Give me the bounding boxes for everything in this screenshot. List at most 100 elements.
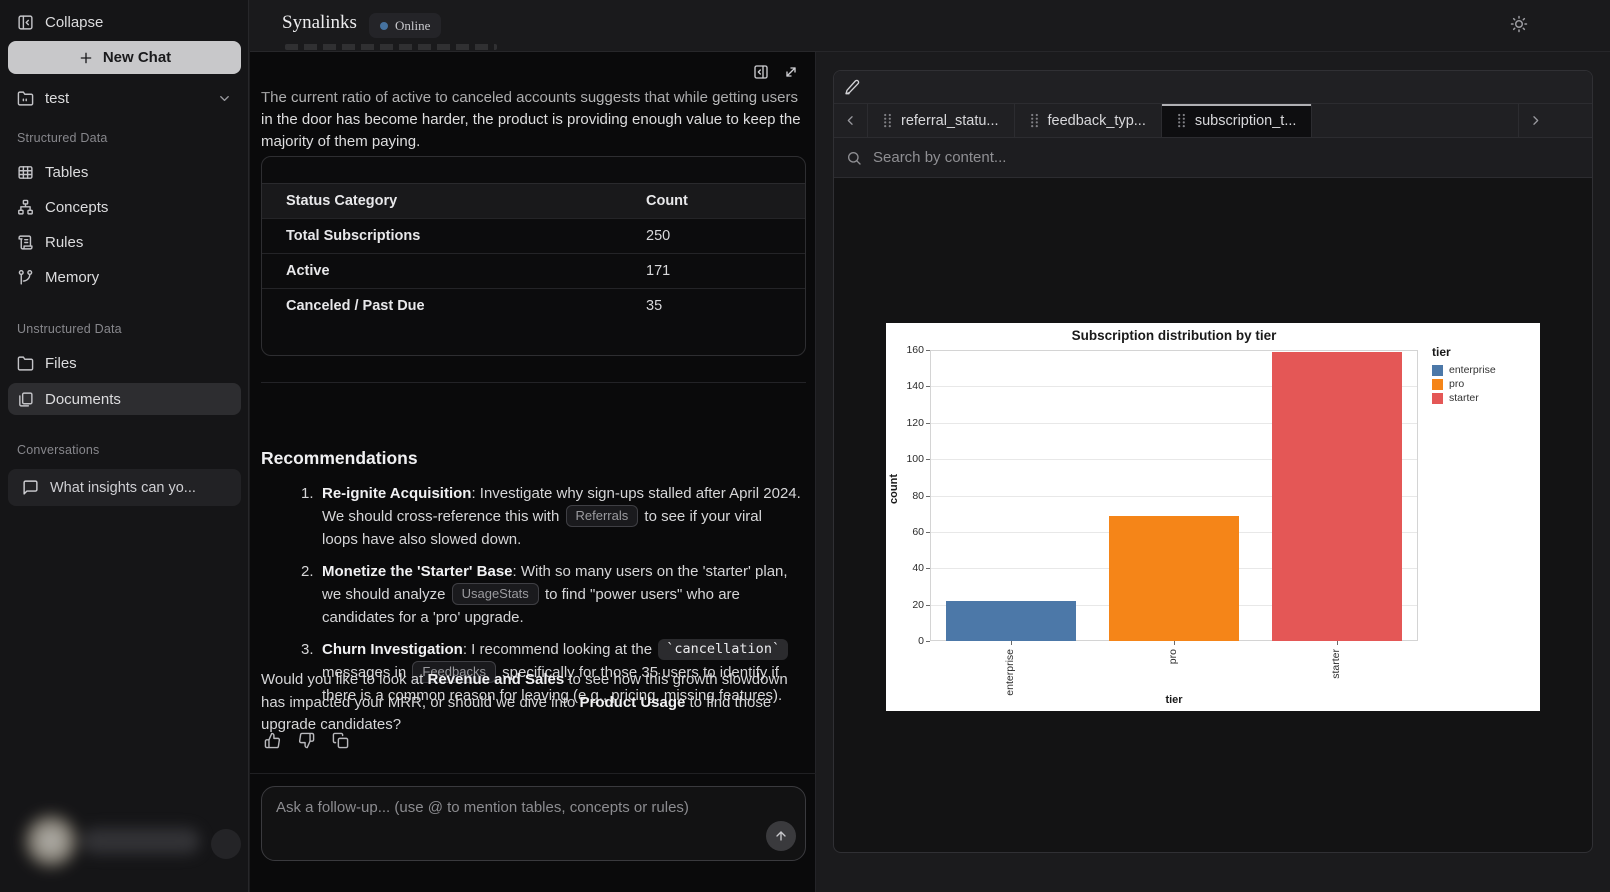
sidebar-item-files[interactable]: Files <box>0 347 249 379</box>
code-chip: `cancellation` <box>658 639 788 660</box>
recommendations-heading: Recommendations <box>261 448 418 469</box>
bold-text: Re-ignite Acquisition <box>322 485 471 502</box>
tab-subscription_t_[interactable]: subscription_t... <box>1162 104 1313 137</box>
table-row: Active171 <box>262 253 805 288</box>
assistant-paragraph: The current ratio of active to canceled … <box>261 87 806 153</box>
legend-label: enterprise <box>1449 364 1496 376</box>
y-tick-label: 120 <box>890 417 924 429</box>
project-folder-icon <box>17 90 34 107</box>
tables-icon <box>17 164 34 181</box>
documents-icon <box>17 391 34 408</box>
sidebar-item-rules[interactable]: Rules <box>0 226 249 258</box>
tabs-scroll-right-button[interactable] <box>1518 104 1552 137</box>
new-chat-button[interactable]: New Chat <box>8 41 241 74</box>
app-root: Collapse New Chat test Structured Data T… <box>0 0 1610 892</box>
copy-icon[interactable] <box>332 732 349 749</box>
y-tick-label: 0 <box>890 635 924 647</box>
legend-label: starter <box>1449 392 1479 404</box>
x-tick-mark <box>1174 641 1175 645</box>
collapse-panel-icon[interactable] <box>753 64 769 80</box>
recommendation-item: 2.Monetize the 'Starter' Base: With so m… <box>301 560 801 629</box>
chart-title: Subscription distribution by tier <box>930 328 1418 343</box>
x-tick-mark <box>1011 641 1012 645</box>
conversation-title: What insights can yo... <box>50 480 196 496</box>
tab-strip-spacer <box>1552 104 1592 137</box>
send-button[interactable] <box>766 821 796 851</box>
legend-swatch <box>1432 379 1443 390</box>
subscription-chart: Subscription distribution by tier0204060… <box>886 323 1540 711</box>
clipped-heading-remnant <box>285 44 497 50</box>
drag-handle-icon[interactable] <box>1177 113 1186 128</box>
y-tick-mark <box>926 496 930 497</box>
tab-label: subscription_t... <box>1195 113 1297 129</box>
tab-strip: referral_statu... feedback_typ... subscrip… <box>834 104 1592 138</box>
status-label: Online <box>395 18 430 34</box>
tab-referral_statu_[interactable]: referral_statu... <box>868 104 1015 137</box>
y-tick-mark <box>926 423 930 424</box>
x-tick-label: starter <box>1330 649 1342 679</box>
tab-label: feedback_typ... <box>1048 113 1146 129</box>
list-number: 2. <box>301 560 322 629</box>
y-tick-mark <box>926 532 930 533</box>
y-tick-label: 160 <box>890 344 924 356</box>
list-item-text: Monetize the 'Starter' Base: With so man… <box>322 560 801 629</box>
column-header: Status Category <box>262 184 622 218</box>
project-label: test <box>45 90 69 107</box>
tab-feedback_typ_[interactable]: feedback_typ... <box>1015 104 1162 137</box>
theme-toggle-button[interactable] <box>1510 15 1528 33</box>
app-title: Synalinks <box>282 12 357 34</box>
sidebar-item-label: Concepts <box>45 199 108 216</box>
row-label: Canceled / Past Due <box>262 289 622 323</box>
bar-enterprise <box>946 601 1076 641</box>
y-tick-label: 40 <box>890 562 924 574</box>
message-divider <box>261 382 806 383</box>
memory-icon <box>17 269 34 286</box>
mention-chip[interactable]: Referrals <box>566 505 639 527</box>
edit-pencil-icon[interactable] <box>844 79 860 95</box>
sidebar-item-documents[interactable]: Documents <box>8 383 241 415</box>
unstructured-data-heading: Unstructured Data <box>17 322 122 336</box>
sidebar-item-label: Rules <box>45 234 83 251</box>
sidebar-item-label: Files <box>45 355 77 372</box>
list-number: 1. <box>301 482 322 551</box>
input-divider <box>250 773 816 774</box>
row-value: 250 <box>622 219 805 253</box>
drag-handle-icon[interactable] <box>883 113 892 128</box>
feedback-actions <box>264 732 349 749</box>
collapse-sidebar-icon <box>17 14 34 31</box>
drag-handle-icon[interactable] <box>1030 113 1039 128</box>
tab-label: referral_statu... <box>901 113 999 129</box>
thumbs-down-icon[interactable] <box>298 732 315 749</box>
follow-up-input[interactable] <box>264 789 764 839</box>
sidebar-item-concepts[interactable]: Concepts <box>0 191 249 223</box>
x-axis-label: tier <box>930 694 1418 706</box>
y-tick-label: 20 <box>890 599 924 611</box>
legend-swatch <box>1432 393 1443 404</box>
status-table: Status CategoryCountTotal Subscriptions2… <box>261 156 806 356</box>
table-row: Total Subscriptions250 <box>262 218 805 253</box>
content-search-bar <box>834 138 1592 178</box>
mention-chip[interactable]: UsageStats <box>452 583 539 605</box>
conversation-item[interactable]: What insights can yo... <box>8 469 241 506</box>
legend-title: tier <box>1432 345 1496 359</box>
tabs-scroll-left-button[interactable] <box>834 104 868 137</box>
online-dot-icon <box>380 22 388 30</box>
y-tick-mark <box>926 605 930 606</box>
chevron-down-icon[interactable] <box>217 91 232 106</box>
thumbs-up-icon[interactable] <box>264 732 281 749</box>
sidebar: Collapse New Chat test Structured Data T… <box>0 0 249 892</box>
new-chat-label: New Chat <box>103 49 171 66</box>
row-value: 171 <box>622 254 805 288</box>
collapse-sidebar-button[interactable]: Collapse <box>0 6 249 38</box>
bold-text: Product Usage <box>579 694 685 711</box>
expand-panel-icon[interactable] <box>783 64 799 80</box>
arrow-up-icon <box>773 828 789 844</box>
closing-paragraph: Would you like to look at Revenue and Sa… <box>261 669 801 737</box>
search-input[interactable] <box>871 148 1580 167</box>
sidebar-item-tables[interactable]: Tables <box>0 156 249 188</box>
status-badge: Online <box>369 13 441 38</box>
plus-icon <box>78 50 94 66</box>
sidebar-item-test[interactable]: test <box>0 82 249 114</box>
sidebar-item-memory[interactable]: Memory <box>0 261 249 293</box>
row-value: 35 <box>622 289 805 323</box>
